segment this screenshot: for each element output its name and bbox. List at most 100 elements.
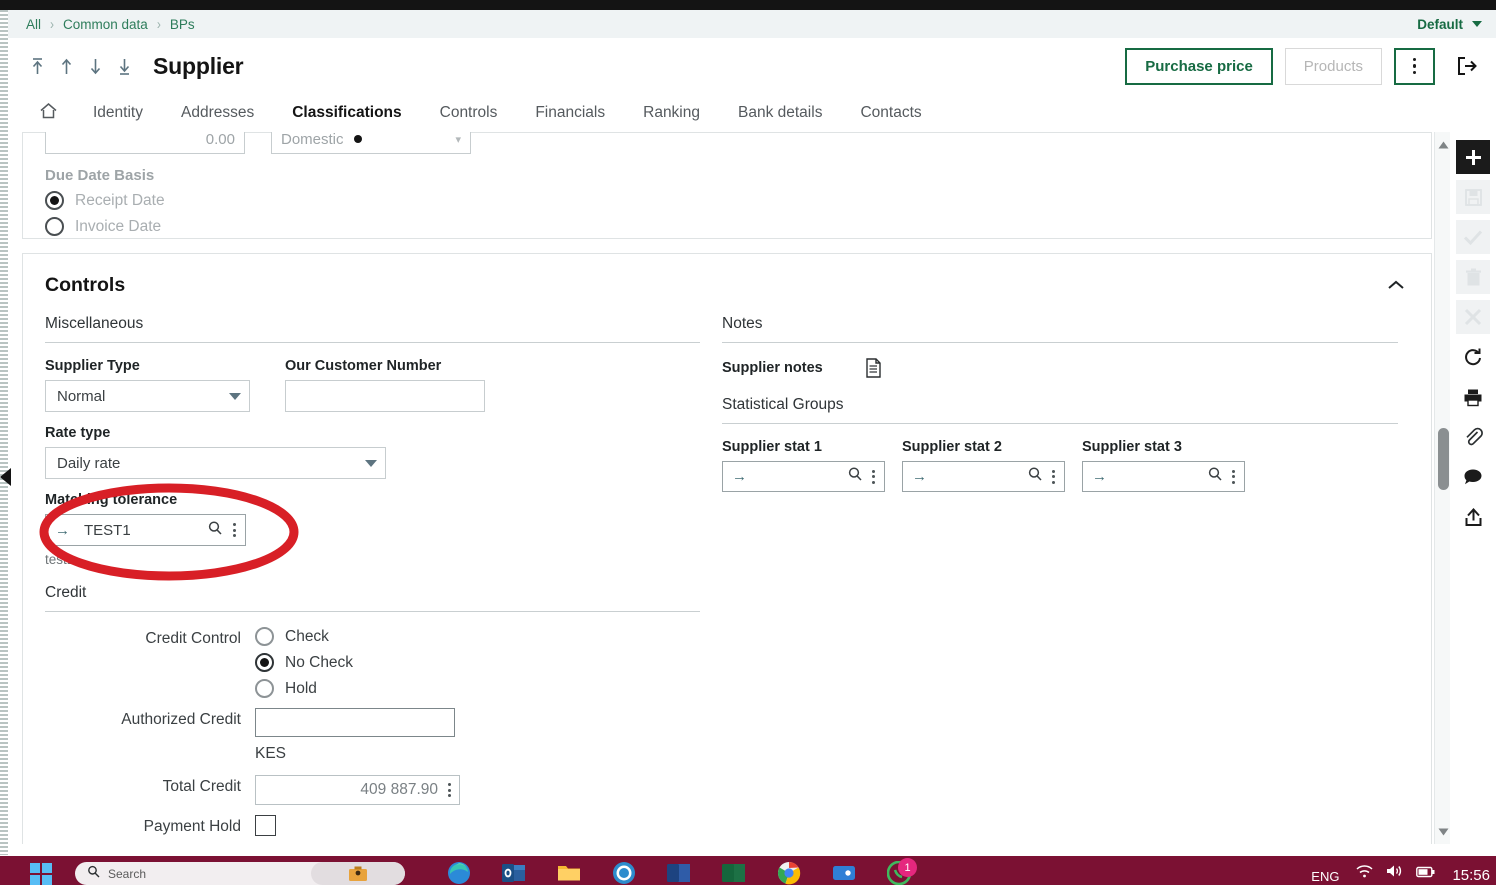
- teams-icon[interactable]: [612, 861, 636, 885]
- document-icon[interactable]: [865, 358, 882, 378]
- last-record-icon[interactable]: [113, 53, 135, 79]
- next-record-icon[interactable]: [84, 53, 106, 79]
- taskbar-search-suggestion-pill[interactable]: [311, 862, 405, 885]
- goto-arrow-icon[interactable]: →: [1092, 469, 1107, 484]
- search-icon[interactable]: [847, 466, 863, 487]
- supplier-type-select[interactable]: Normal: [45, 380, 250, 412]
- scroll-down-arrow-icon[interactable]: [1435, 823, 1451, 840]
- delete-trash-icon: [1456, 260, 1490, 294]
- tab-ranking[interactable]: Ranking: [624, 94, 719, 132]
- radio-no-check[interactable]: No Check: [255, 653, 353, 672]
- scroll-up-arrow-icon[interactable]: [1435, 136, 1451, 153]
- tab-identity[interactable]: Identity: [74, 94, 162, 132]
- chevron-down-icon: ▾: [455, 133, 461, 146]
- payment-hold-label: Payment Hold: [143, 818, 241, 835]
- numeric-field-cut[interactable]: 0.00: [45, 132, 245, 154]
- excel-icon[interactable]: [722, 861, 746, 885]
- tab-financials[interactable]: Financials: [516, 94, 624, 132]
- breadcrumb-item-common-data[interactable]: Common data: [63, 17, 148, 32]
- supplier-stat-1-actions-icon[interactable]: [870, 469, 877, 484]
- products-button[interactable]: Products: [1284, 47, 1382, 85]
- tab-bank-details[interactable]: Bank details: [719, 94, 841, 132]
- radio-invoice-date[interactable]: Invoice Date: [45, 217, 1409, 236]
- battery-icon[interactable]: [1416, 865, 1435, 883]
- taskbar-search-box[interactable]: Search: [75, 862, 405, 885]
- language-indicator[interactable]: ENG: [1311, 869, 1339, 885]
- whatsapp-icon[interactable]: 1: [886, 858, 917, 885]
- scrollbar-thumb[interactable]: [1438, 428, 1449, 490]
- panel-collapse-handle[interactable]: [0, 468, 11, 486]
- tab-classifications[interactable]: Classifications: [273, 94, 420, 132]
- supplier-stat-2-actions-icon[interactable]: [1050, 469, 1057, 484]
- radio-check-input[interactable]: [255, 627, 274, 646]
- attachment-icon[interactable]: [1456, 420, 1490, 454]
- breadcrumb-separator: ›: [156, 15, 161, 33]
- network-icon[interactable]: [1356, 864, 1373, 883]
- tab-home[interactable]: [26, 94, 74, 132]
- add-icon[interactable]: [1456, 140, 1490, 174]
- total-credit-actions-icon[interactable]: [446, 783, 453, 797]
- search-icon[interactable]: [207, 520, 223, 540]
- supplier-stat-3-actions-icon[interactable]: [1230, 469, 1237, 484]
- total-credit-field[interactable]: 409 887.90: [255, 775, 460, 805]
- total-credit-label: Total Credit: [162, 778, 241, 795]
- tab-controls[interactable]: Controls: [421, 94, 517, 132]
- default-view-selector[interactable]: Default: [1417, 17, 1482, 32]
- file-explorer-icon[interactable]: [557, 861, 581, 885]
- start-button-icon[interactable]: [30, 863, 52, 885]
- radio-receipt-date-input[interactable]: [45, 191, 64, 210]
- domestic-select-cut[interactable]: Domestic ▾: [271, 132, 471, 154]
- print-icon[interactable]: [1456, 380, 1490, 414]
- comment-icon[interactable]: [1456, 460, 1490, 494]
- goto-arrow-icon[interactable]: →: [732, 469, 747, 484]
- refresh-icon[interactable]: [1456, 340, 1490, 374]
- volume-icon[interactable]: [1386, 864, 1403, 883]
- radio-no-check-input[interactable]: [255, 653, 274, 672]
- radio-hold-input[interactable]: [255, 679, 274, 698]
- purchase-price-button[interactable]: Purchase price: [1125, 47, 1273, 85]
- rate-type-label: Rate type: [45, 425, 111, 441]
- first-record-icon[interactable]: [26, 53, 48, 79]
- our-customer-number-input[interactable]: [285, 380, 485, 412]
- authorized-credit-row: Authorized Credit KES: [45, 708, 700, 771]
- radio-check[interactable]: Check: [255, 627, 353, 646]
- outlook-icon[interactable]: [502, 861, 526, 885]
- radio-hold[interactable]: Hold: [255, 679, 353, 698]
- chrome-icon[interactable]: [777, 861, 801, 885]
- edge-icon[interactable]: [447, 861, 471, 885]
- store-icon[interactable]: [832, 861, 856, 885]
- more-actions-icon[interactable]: [1394, 47, 1435, 85]
- supplier-stat-2-lookup[interactable]: →: [902, 461, 1065, 492]
- credit-control-radio-group: Check No Check Hold: [255, 627, 353, 698]
- credit-section-label: Credit: [45, 584, 700, 612]
- goto-arrow-icon[interactable]: →: [55, 523, 70, 538]
- search-icon[interactable]: [1207, 466, 1223, 487]
- radio-invoice-date-input[interactable]: [45, 217, 64, 236]
- goto-arrow-icon[interactable]: →: [912, 469, 927, 484]
- previous-record-icon[interactable]: [55, 53, 77, 79]
- cancel-close-icon: [1456, 300, 1490, 334]
- matching-tolerance-label: Matching tolerance: [45, 492, 178, 508]
- clock[interactable]: 15:56: [1452, 867, 1490, 885]
- vertical-scrollbar[interactable]: [1434, 132, 1450, 844]
- rate-type-select[interactable]: Daily rate: [45, 447, 386, 479]
- tab-addresses[interactable]: Addresses: [162, 94, 273, 132]
- radio-receipt-date[interactable]: Receipt Date: [45, 191, 1409, 210]
- default-view-label: Default: [1417, 16, 1463, 32]
- search-icon[interactable]: [1027, 466, 1043, 487]
- share-export-icon[interactable]: [1456, 500, 1490, 534]
- tab-contacts[interactable]: Contacts: [841, 94, 940, 132]
- collapse-section-chevron-up-icon[interactable]: [1383, 274, 1409, 296]
- notes-section-label: Notes: [722, 315, 1398, 343]
- due-date-basis-label: Due Date Basis: [45, 167, 155, 184]
- matching-tolerance-lookup[interactable]: → TEST1: [45, 514, 246, 546]
- payment-hold-checkbox[interactable]: [255, 815, 276, 836]
- exit-icon[interactable]: [1452, 51, 1482, 81]
- supplier-stat-3-lookup[interactable]: →: [1082, 461, 1245, 492]
- supplier-stat-1-lookup[interactable]: →: [722, 461, 885, 492]
- breadcrumb-item-bps[interactable]: BPs: [170, 17, 195, 32]
- matching-tolerance-actions-icon[interactable]: [231, 523, 238, 537]
- authorized-credit-input[interactable]: [255, 708, 455, 737]
- powerpoint-icon[interactable]: [667, 861, 691, 885]
- breadcrumb-item-all[interactable]: All: [26, 17, 41, 32]
